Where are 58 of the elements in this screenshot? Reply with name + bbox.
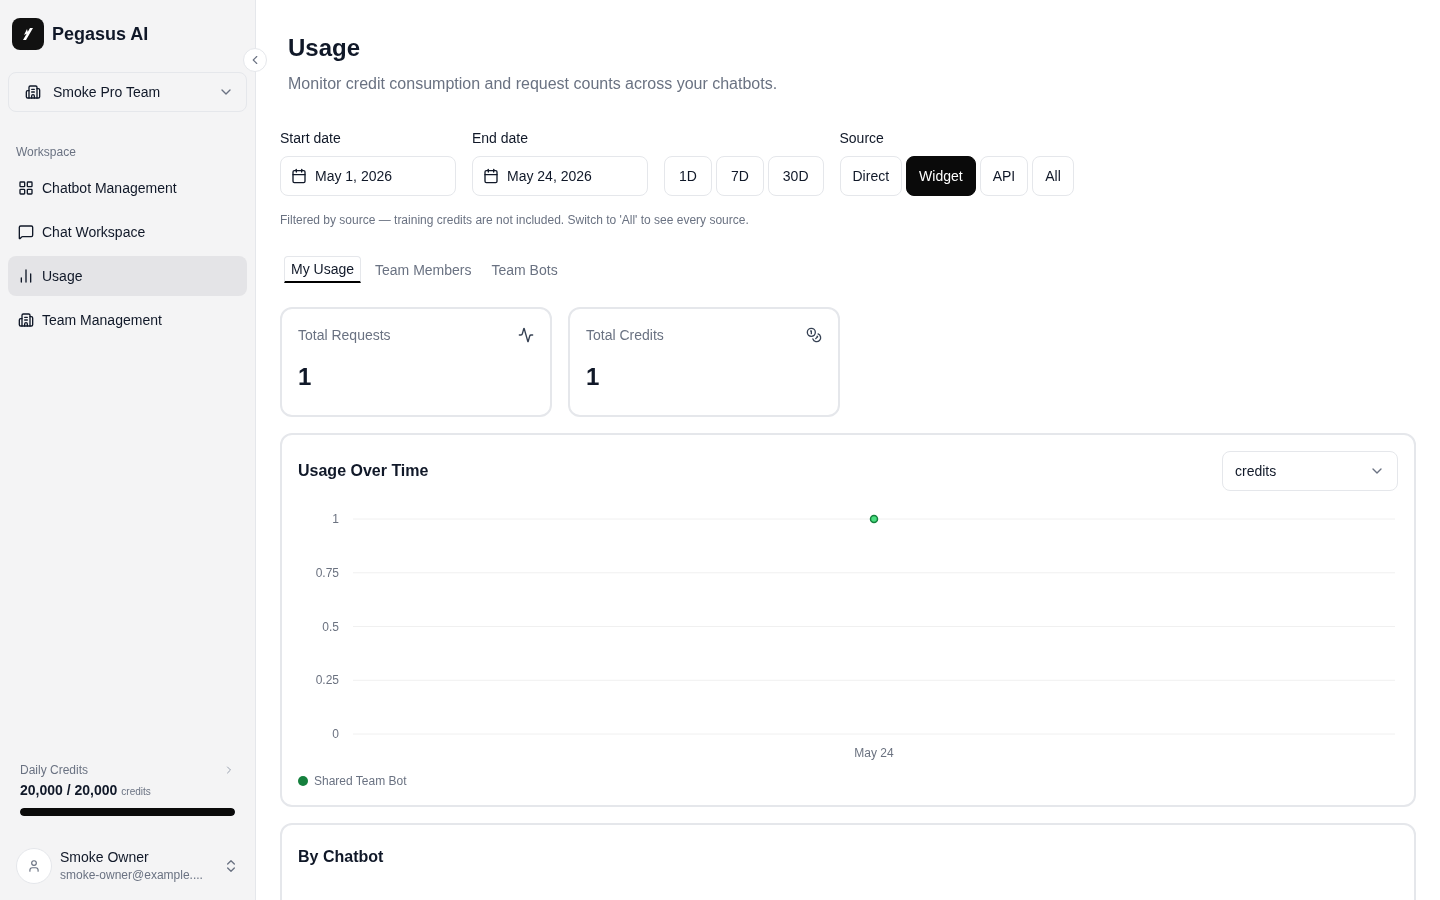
chat-icon	[18, 224, 34, 240]
date-picker[interactable]: May 1, 2026	[280, 156, 456, 196]
source-button[interactable]: Widget	[906, 156, 976, 196]
user-email: smoke-owner@example....	[60, 866, 204, 883]
nav-item[interactable]: Chat Workspace	[8, 212, 247, 252]
y-axis-label: 0.75	[315, 565, 339, 580]
credits-label: Daily Credits	[20, 762, 88, 778]
coins-icon	[806, 327, 822, 343]
credits-unit: credits	[121, 785, 151, 799]
user-name: Smoke Owner	[60, 849, 150, 867]
tab[interactable]: Team Bots	[485, 256, 564, 283]
credits-amount: 20,000 / 20,000	[20, 781, 118, 800]
date-picker[interactable]: May 24, 2026	[472, 156, 648, 196]
y-axis-label: 1	[332, 512, 339, 526]
page-subtitle: Monitor credit consumption and request counts across your chatbots.	[287, 74, 779, 94]
range-button[interactable]: 1D	[664, 156, 712, 196]
grid-icon	[18, 180, 34, 196]
x-axis-label: May 24	[854, 746, 894, 760]
logo-icon	[12, 18, 44, 50]
team-switcher[interactable]: Smoke Pro Team	[8, 72, 247, 112]
stat-label: Total Requests	[298, 326, 391, 345]
y-axis-label: 0.25	[315, 673, 339, 688]
tab[interactable]: My Usage	[284, 256, 362, 283]
building-icon	[18, 312, 34, 328]
card-title: Usage Over Time	[298, 461, 429, 481]
section-label: Workspace	[15, 144, 77, 160]
pulse-icon	[518, 327, 534, 343]
nav-item[interactable]: Usage	[8, 256, 247, 296]
calendar-icon	[483, 168, 499, 184]
y-axis-label: 0	[332, 727, 339, 741]
tab[interactable]: Team Members	[369, 256, 478, 283]
source-button[interactable]: All	[1032, 156, 1074, 196]
stat-label: Total Credits	[586, 326, 664, 345]
legend-label: Shared Team Bot	[314, 773, 407, 789]
user-menu[interactable]: Smoke Owner smoke-owner@example....	[8, 844, 247, 888]
building-icon	[25, 84, 41, 100]
y-axis-label: 0.5	[322, 619, 339, 634]
filter-note: Filtered by source — training credits are not included. Switch to 'All' to see every source.	[280, 212, 750, 228]
collapse-button[interactable]	[243, 48, 267, 72]
nav-item[interactable]: Chatbot Management	[8, 168, 247, 208]
nav-item[interactable]: Team Management	[8, 300, 247, 340]
field-label: Source	[839, 129, 885, 148]
stat-value: 1	[298, 362, 313, 392]
card-title: By Chatbot	[298, 848, 384, 865]
field-label: Start date	[280, 129, 342, 148]
data-point	[869, 514, 879, 524]
range-button[interactable]: 30D	[767, 156, 824, 196]
brand-name: Pegasus AI	[52, 23, 149, 46]
calendar-icon	[291, 168, 307, 184]
user-icon	[27, 859, 41, 873]
stat-value: 1	[586, 362, 601, 392]
field-label: End date	[472, 129, 530, 148]
source-button[interactable]: API	[979, 156, 1029, 196]
range-button[interactable]: 7D	[715, 156, 764, 196]
page-title: Usage	[287, 33, 362, 63]
source-button[interactable]: Direct	[839, 156, 903, 196]
metric-select[interactable]: credits	[1222, 451, 1398, 491]
bar-chart-icon	[18, 268, 34, 284]
